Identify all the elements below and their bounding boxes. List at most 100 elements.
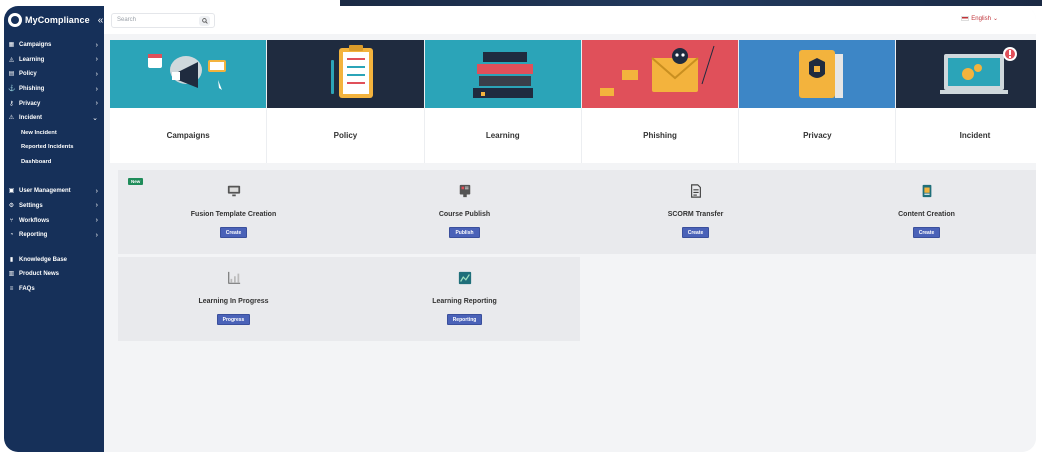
- chevron-right-icon: ›: [95, 231, 98, 239]
- sidebar-subitem-dashboard[interactable]: Dashboard: [4, 155, 104, 170]
- brand-name: MyCompliance: [25, 15, 90, 25]
- key-icon: ⚷: [9, 100, 14, 107]
- sidebar-item-workflows[interactable]: ⑂ Workflows ›: [4, 213, 104, 228]
- progress-button[interactable]: Progress: [216, 314, 251, 325]
- flag-icon: [961, 16, 970, 21]
- sidebar-item-label: Incident: [19, 115, 43, 122]
- sidebar-item-label: Product News: [19, 271, 60, 278]
- hook-icon: ⚓: [8, 86, 16, 93]
- create-button[interactable]: Create: [219, 227, 248, 238]
- sidebar-item-incident[interactable]: ⚠ Incident ⌄: [4, 111, 104, 126]
- chevron-right-icon: ›: [95, 85, 98, 93]
- sidebar-item-campaigns[interactable]: ▦ Campaigns ›: [4, 38, 104, 53]
- language-selector[interactable]: English ⌄: [961, 15, 998, 22]
- search-input[interactable]: Search: [117, 17, 136, 23]
- create-button[interactable]: Create: [912, 227, 941, 238]
- feature-grid: New Fusion Template Creation Create Cour…: [118, 170, 1036, 346]
- chevron-down-icon: ⌄: [992, 16, 998, 22]
- tile-label: Policy: [333, 131, 358, 140]
- sidebar: MyCompliance « ▦ Campaigns › ◬ Learning …: [4, 6, 104, 452]
- nav-spacer: [4, 242, 104, 252]
- card-learning-in-progress: Learning In Progress Progress: [118, 257, 349, 341]
- chevron-right-icon: ›: [95, 202, 98, 210]
- tile-incident[interactable]: Incident: [896, 40, 1036, 163]
- sidebar-item-label: FAQs: [19, 285, 35, 292]
- sidebar-item-label: Learning: [19, 56, 45, 63]
- tile-label: Privacy: [803, 131, 832, 140]
- chevron-right-icon: ›: [95, 41, 98, 49]
- campaigns-illustration-icon: [110, 40, 267, 108]
- card-learning-reporting: Learning Reporting Reporting: [349, 257, 580, 341]
- sidebar-item-product-news[interactable]: ▥ Product News: [4, 267, 104, 282]
- sidebar-collapse-icon[interactable]: «: [98, 15, 104, 26]
- tile-learning[interactable]: Learning: [424, 40, 582, 163]
- tile-label: Phishing: [643, 131, 677, 140]
- chart-icon: ◔: [9, 232, 14, 239]
- sidebar-item-label: Knowledge Base: [19, 256, 68, 263]
- card-title: Learning In Progress: [198, 298, 269, 305]
- sidebar-item-faqs[interactable]: ≡ FAQs: [4, 282, 104, 297]
- sidebar-subitem-new-incident[interactable]: New Incident: [4, 126, 104, 141]
- card-title: SCORM Transfer: [667, 211, 724, 218]
- faq-icon: ≡: [9, 285, 14, 292]
- brand-logo-icon: [8, 13, 22, 27]
- chevron-down-icon: ⌄: [92, 115, 98, 123]
- tile-policy[interactable]: Policy: [267, 40, 425, 163]
- category-tiles: Campaigns Policy Learning Phishing Priva…: [110, 40, 1036, 163]
- language-label: English: [971, 15, 991, 22]
- content-footer-area: [104, 351, 1036, 452]
- book-icon: ▮: [9, 256, 14, 263]
- news-icon: ▥: [8, 271, 15, 278]
- sidebar-item-label: Workflows: [19, 217, 50, 224]
- tile-phishing[interactable]: Phishing: [581, 40, 740, 163]
- brand[interactable]: MyCompliance «: [4, 6, 104, 34]
- search-field[interactable]: Search: [111, 12, 215, 28]
- alert-icon: ⚠: [8, 115, 15, 122]
- sidebar-item-user-management[interactable]: ▣ User Management ›: [4, 184, 104, 199]
- presentation-icon: [459, 184, 470, 198]
- monitor-icon: [227, 185, 240, 197]
- tile-campaigns[interactable]: Campaigns: [110, 40, 268, 163]
- privacy-illustration-icon: [739, 40, 896, 108]
- card-title: Learning Reporting: [432, 298, 497, 305]
- sidebar-nav: ▦ Campaigns › ◬ Learning › ▤ Policy › ⚓ …: [4, 34, 104, 296]
- reporting-button[interactable]: Reporting: [446, 314, 483, 325]
- sidebar-item-privacy[interactable]: ⚷ Privacy ›: [4, 96, 104, 111]
- chevron-right-icon: ›: [95, 70, 98, 78]
- graduation-cap-icon: ◬: [9, 56, 14, 63]
- sidebar-item-policy[interactable]: ▤ Policy ›: [4, 67, 104, 82]
- content-icon: [922, 184, 931, 198]
- progress-chart-icon: [227, 271, 240, 284]
- sidebar-item-learning[interactable]: ◬ Learning ›: [4, 53, 104, 68]
- campaign-icon: ▦: [8, 42, 15, 49]
- sidebar-item-reporting[interactable]: ◔ Reporting ›: [4, 228, 104, 243]
- file-transfer-icon: [690, 184, 701, 198]
- phishing-illustration-icon: [581, 40, 739, 108]
- sidebar-item-label: Policy: [19, 71, 37, 78]
- incident-illustration-icon: [896, 40, 1036, 108]
- sidebar-item-phishing[interactable]: ⚓ Phishing ›: [4, 82, 104, 97]
- sidebar-item-label: Phishing: [19, 86, 45, 93]
- search-icon[interactable]: [199, 15, 210, 26]
- card-title: Course Publish: [438, 211, 491, 218]
- sidebar-item-label: User Management: [19, 188, 71, 195]
- sidebar-subitem-reported-incidents[interactable]: Reported Incidents: [4, 140, 104, 155]
- sidebar-item-label: Reporting: [19, 232, 48, 239]
- policy-illustration-icon: [267, 40, 424, 108]
- sidebar-item-settings[interactable]: ⚙ Settings ›: [4, 199, 104, 214]
- tile-privacy[interactable]: Privacy: [739, 40, 897, 163]
- sidebar-item-label: Privacy: [19, 100, 41, 107]
- chevron-right-icon: ›: [95, 187, 98, 195]
- top-bar: Search English ⌄: [104, 6, 1036, 34]
- gear-icon: ⚙: [8, 202, 15, 209]
- users-icon: ▣: [8, 188, 15, 195]
- chevron-right-icon: ›: [95, 217, 98, 225]
- sidebar-item-label: Settings: [19, 202, 43, 209]
- new-badge: New: [128, 178, 144, 185]
- card-course-publish: Course Publish Publish: [349, 170, 580, 254]
- create-button[interactable]: Create: [681, 227, 710, 238]
- publish-button[interactable]: Publish: [449, 227, 480, 238]
- sidebar-item-knowledge-base[interactable]: ▮ Knowledge Base: [4, 252, 104, 267]
- card-content-creation: Content Creation Create: [811, 170, 1036, 254]
- sidebar-item-label: Campaigns: [19, 42, 52, 49]
